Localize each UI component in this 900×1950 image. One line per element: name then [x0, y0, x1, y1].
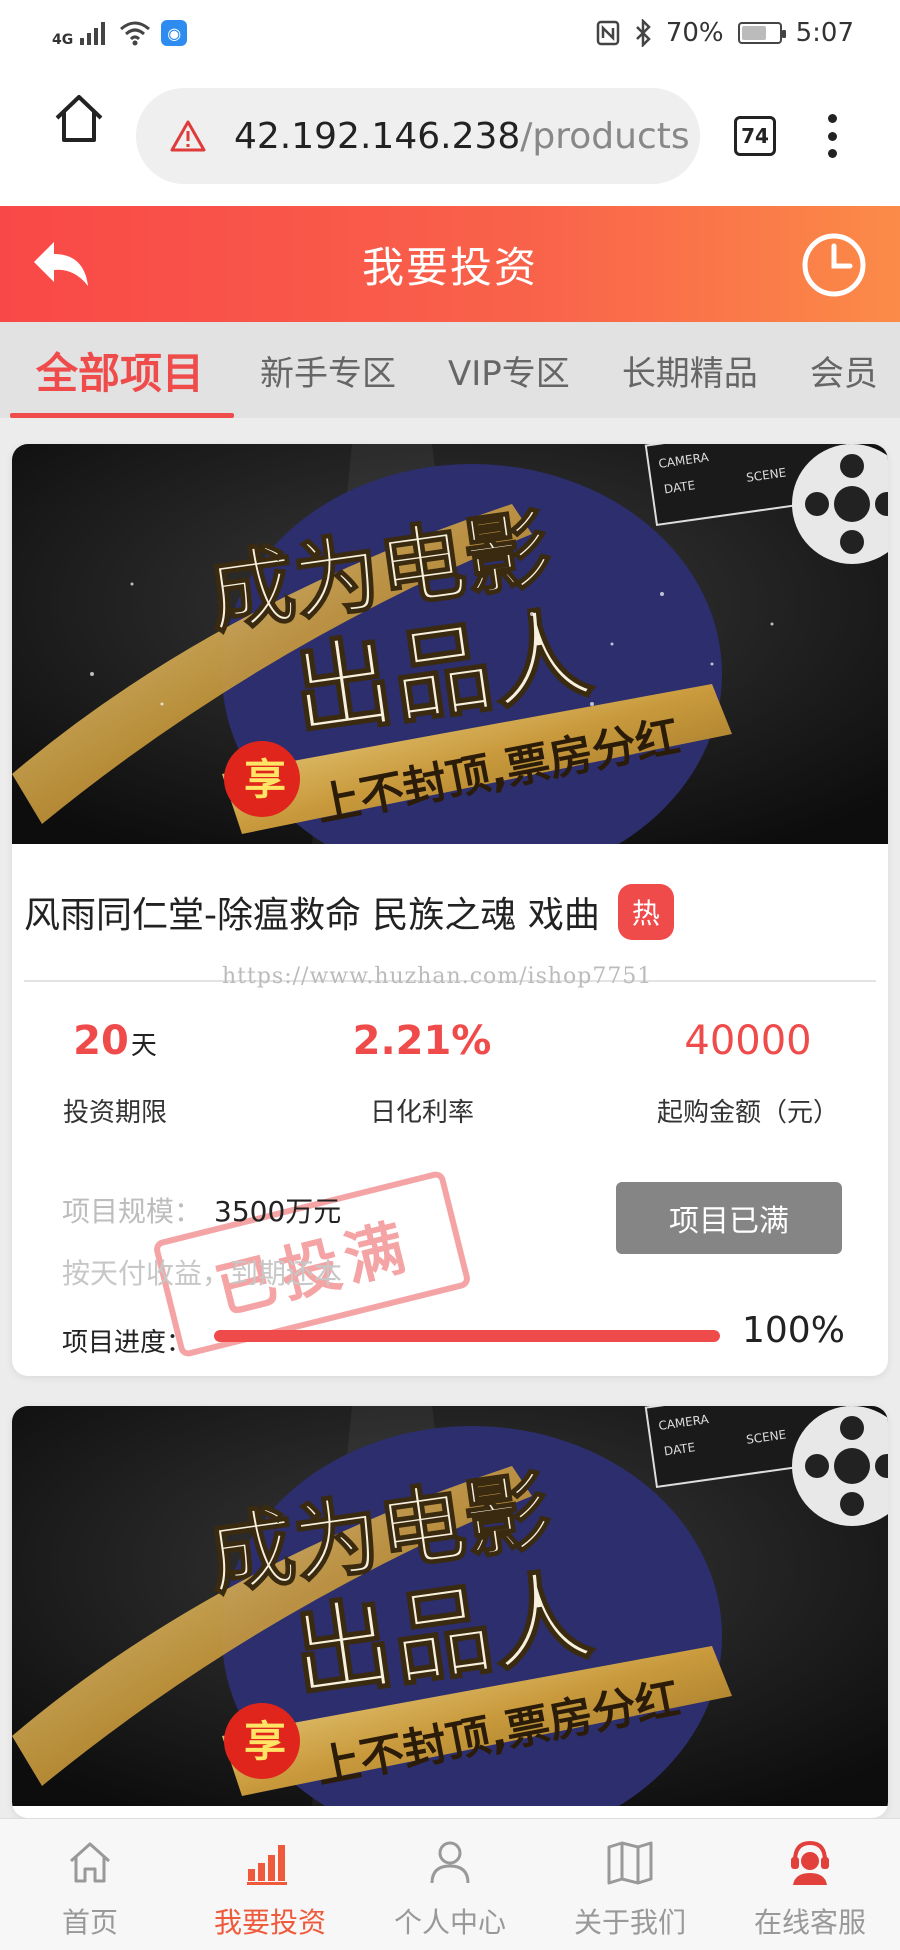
- banner-badge: 享: [244, 1717, 286, 1766]
- nav-about[interactable]: 关于我们: [540, 1819, 720, 1950]
- project-full-button[interactable]: 项目已满: [616, 1182, 842, 1254]
- warning-icon: [170, 120, 206, 152]
- min-amount-label: 起购金额（元）: [656, 1098, 839, 1128]
- address-bar[interactable]: 42.192.146.238/products: [136, 88, 700, 184]
- tab-long-term[interactable]: 长期精品: [596, 322, 784, 418]
- app-notification-icon: ◉: [161, 20, 188, 46]
- customer-service-icon: [791, 1840, 829, 1885]
- battery-percent: 70%: [665, 18, 724, 48]
- watermark-text: https://www.huzhan.com/ishop7751: [222, 964, 653, 989]
- hot-badge: 热: [617, 884, 674, 940]
- nav-support-label: 在线客服: [753, 1906, 866, 1939]
- project-banner-image[interactable]: 享 成为电影 出品人 上不封顶,票房分红 CAMERA DATE SCENE: [12, 444, 888, 844]
- project-card[interactable]: 享 成为电影 出品人 上不封顶,票房分红 CAMERA DATE SCENE: [12, 1406, 888, 1818]
- book-icon: [607, 1841, 653, 1885]
- clock-time: 5:07: [795, 18, 854, 48]
- project-card[interactable]: 享 成为电影 出品人 上不封顶,票房分红 CAMERA DATE SCENE 风…: [12, 444, 888, 1376]
- app-header: 我要投资: [0, 206, 900, 322]
- battery-icon: [737, 22, 786, 44]
- progress-label: 项目进度：: [62, 1328, 193, 1358]
- rate-value: 2.21%: [352, 1018, 492, 1064]
- stat-rate: 2.21% 日化利率: [342, 1018, 502, 1129]
- menu-dot: [827, 114, 837, 123]
- network-label: 4G: [52, 32, 74, 48]
- nav-support[interactable]: 在线客服: [720, 1819, 900, 1950]
- tab-switcher-button[interactable]: 74: [734, 116, 776, 156]
- scale-label: 项目规模：: [62, 1195, 203, 1228]
- bar-chart-icon: [247, 1845, 287, 1885]
- url-path: /products: [520, 115, 690, 157]
- home-icon: [69, 1842, 111, 1883]
- nav-about-label: 关于我们: [573, 1906, 686, 1939]
- browser-menu-icon[interactable]: [826, 114, 838, 158]
- status-right: 70% 5:07: [596, 18, 854, 48]
- tab-vip-zone[interactable]: VIP专区: [422, 322, 596, 418]
- nav-home[interactable]: 首页: [0, 1819, 180, 1950]
- banner-badge: 享: [244, 755, 286, 804]
- nav-invest-label: 我要投资: [213, 1906, 326, 1939]
- wifi-icon: [120, 21, 151, 46]
- bluetooth-icon: [635, 19, 651, 47]
- term-value-row: 20天: [50, 1018, 180, 1064]
- nav-invest[interactable]: 我要投资: [180, 1819, 360, 1950]
- user-icon: [430, 1841, 470, 1884]
- project-title-row: 风雨同仁堂-除瘟救命 民族之魂 戏曲 热: [24, 884, 674, 940]
- nav-profile-label: 个人中心: [393, 1906, 506, 1939]
- progress-fill: [214, 1330, 720, 1342]
- status-left: 4G ◉: [52, 18, 188, 48]
- project-title: 风雨同仁堂-除瘟救命 民族之魂 戏曲: [24, 895, 600, 936]
- rate-label: 日化利率: [369, 1098, 474, 1128]
- battery-fill: [741, 26, 766, 40]
- term-value: 20: [73, 1018, 129, 1064]
- history-clock-icon[interactable]: [794, 230, 874, 300]
- menu-dot: [827, 149, 837, 158]
- term-unit: 天: [130, 1031, 157, 1061]
- category-tabs: 全部项目 新手专区 VIP专区 长期精品 会员: [0, 322, 900, 418]
- tab-newbie-zone[interactable]: 新手专区: [234, 322, 422, 418]
- menu-dot: [827, 131, 837, 141]
- browser-toolbar: 42.192.146.238/products 74: [0, 66, 900, 206]
- nav-profile[interactable]: 个人中心: [360, 1819, 540, 1950]
- project-banner-image[interactable]: 享 成为电影 出品人 上不封顶,票房分红 CAMERA DATE SCENE: [12, 1406, 888, 1806]
- min-amount-value: 40000: [684, 1018, 812, 1064]
- term-label: 投资期限: [62, 1098, 167, 1128]
- progress-bar: [214, 1330, 720, 1342]
- project-scale: 项目规模： 3500万元: [62, 1190, 341, 1230]
- scale-value: 3500万元: [214, 1195, 342, 1228]
- url-host: 42.192.146.238: [234, 115, 521, 157]
- stat-term: 20天 投资期限: [50, 1018, 180, 1129]
- stat-min-amount: 40000 起购金额（元）: [638, 1018, 858, 1129]
- tab-member[interactable]: 会员: [784, 322, 900, 418]
- bottom-navigation: 首页 我要投资 个人中心 关于我们 在线客服: [0, 1818, 900, 1950]
- signal-icon: [80, 22, 106, 45]
- nav-home-label: 首页: [61, 1906, 118, 1939]
- tab-all-projects[interactable]: 全部项目: [0, 322, 235, 418]
- nfc-icon: [596, 20, 620, 46]
- payment-method: 按天付收益，到期还本: [62, 1257, 343, 1290]
- page-title: 我要投资: [361, 242, 538, 292]
- home-icon[interactable]: [52, 92, 106, 146]
- back-arrow-icon[interactable]: [30, 236, 92, 292]
- progress-percent: 100%: [742, 1310, 845, 1351]
- status-bar: 4G ◉ 70% 5:07: [0, 0, 900, 66]
